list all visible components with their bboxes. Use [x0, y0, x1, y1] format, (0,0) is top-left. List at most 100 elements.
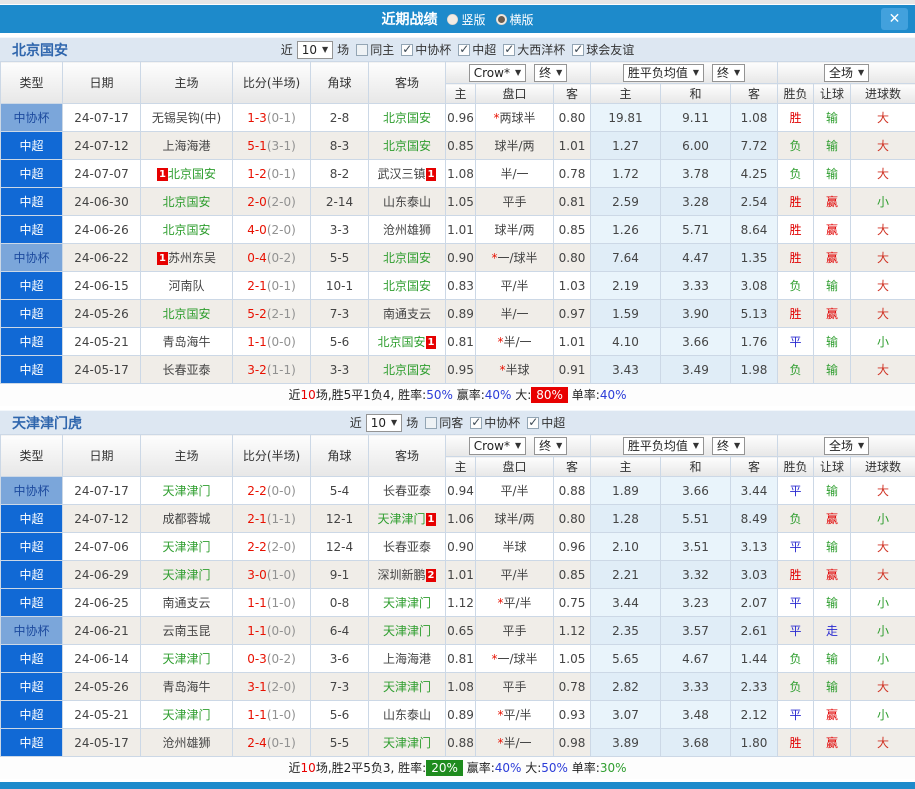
- match-count-select[interactable]: 10▼: [297, 41, 333, 59]
- league-filter-checkbox[interactable]: [458, 44, 470, 56]
- date-cell: 24-07-06: [63, 533, 141, 561]
- home-team-cell: 成都蓉城: [141, 505, 233, 533]
- half-time-score: (0-1): [267, 111, 296, 125]
- avg-odds-select[interactable]: 胜平负均值▼: [623, 437, 704, 455]
- horizontal-layout-label[interactable]: 横版: [510, 11, 534, 28]
- full-time-score: 0-3: [247, 652, 267, 666]
- avg-draw-odds: 3.66: [661, 477, 731, 505]
- half-time-score: (2-0): [267, 680, 296, 694]
- date-cell: 24-07-12: [63, 505, 141, 533]
- final-odds-select[interactable]: 终▼: [534, 64, 567, 82]
- league-filter-checkbox[interactable]: [503, 44, 515, 56]
- summary-segment: 30%: [600, 761, 627, 775]
- match-count-select[interactable]: 10▼: [366, 414, 402, 432]
- goals-result-cell: 小: [851, 328, 915, 356]
- goals-result-cell: 大: [851, 300, 915, 328]
- score-cell: 5-1(3-1): [233, 132, 311, 160]
- league-filter-label[interactable]: 中超: [472, 41, 496, 58]
- same-venue-label[interactable]: 同主: [370, 41, 394, 58]
- crow-away-odds: 0.78: [554, 673, 591, 701]
- goals-result-cell: 小: [851, 589, 915, 617]
- league-filter-label[interactable]: 中协杯: [484, 414, 520, 431]
- summary-segment: 40%: [485, 388, 512, 402]
- score-cell: 1-2(0-1): [233, 160, 311, 188]
- handicap-cell: 球半/两: [476, 505, 554, 533]
- result-cell: 负: [778, 645, 814, 673]
- col-away: 客场: [369, 435, 446, 477]
- match-row: 中超24-06-26北京国安4-0(2-0)3-3沧州雄狮1.01球半/两0.8…: [1, 216, 915, 244]
- same-venue-checkbox[interactable]: [425, 417, 437, 429]
- league-filter-checkbox[interactable]: [470, 417, 482, 429]
- handicap-value: 平/半: [503, 596, 531, 610]
- league-filter-label[interactable]: 大西洋杯: [517, 41, 565, 58]
- full-time-score: 5-1: [247, 139, 267, 153]
- goals-result-cell: 大: [851, 533, 915, 561]
- crow-away-odds: 0.80: [554, 104, 591, 132]
- crow-away-odds: 0.85: [554, 216, 591, 244]
- recent-results-window: 近期战绩 竖版 横版 ✕ 北京国安 近10▼场同主中协杯中超大西洋杯球会友谊 类…: [0, 0, 915, 789]
- avg-away-odds: 1.35: [731, 244, 778, 272]
- corner-cell: 6-4: [311, 617, 369, 645]
- avg-home-odds: 4.10: [591, 328, 661, 356]
- league-filter-checkbox[interactable]: [401, 44, 413, 56]
- horizontal-layout-radio[interactable]: [496, 14, 507, 25]
- col-avg-draw: 和: [661, 84, 731, 104]
- crow-home-odds: 0.94: [446, 477, 476, 505]
- league-filter-checkbox[interactable]: [572, 44, 584, 56]
- type-cell: 中协杯: [1, 244, 63, 272]
- handicap-cell: 球半/两: [476, 216, 554, 244]
- final-odds-select-2[interactable]: 终▼: [712, 64, 745, 82]
- match-row: 中超24-05-26北京国安5-2(2-1)7-3南通支云0.89半/一0.97…: [1, 300, 915, 328]
- league-filter-label[interactable]: 中超: [541, 414, 565, 431]
- home-team-name: 长春亚泰: [162, 363, 210, 377]
- handicap-result-cell: 输: [814, 645, 851, 673]
- goals-result-cell: 大: [851, 104, 915, 132]
- record-summary: 近10场,胜5平1负4, 胜率:50% 赢率:40% 大:80% 单率:40%: [0, 384, 915, 406]
- crow-home-odds: 1.05: [446, 188, 476, 216]
- col-handicap: 盘口: [476, 84, 554, 104]
- home-team-cell: 1北京国安: [141, 160, 233, 188]
- col-crow-away: 客: [554, 457, 591, 477]
- handicap-cell: *半球: [476, 356, 554, 384]
- full-match-select[interactable]: 全场▼: [824, 64, 869, 82]
- crow-home-odds: 1.01: [446, 216, 476, 244]
- same-venue-label[interactable]: 同客: [439, 414, 463, 431]
- handicap-cell: *平/半: [476, 589, 554, 617]
- close-icon[interactable]: ✕: [881, 8, 908, 30]
- match-row: 中协杯24-06-21云南玉昆1-1(0-0)6-4天津津门0.65平手1.12…: [1, 617, 915, 645]
- match-row: 中超24-07-12成都蓉城2-1(1-1)12-1天津津门11.06球半/两0…: [1, 505, 915, 533]
- date-cell: 24-06-26: [63, 216, 141, 244]
- league-filter-checkbox[interactable]: [527, 417, 539, 429]
- final-odds-select[interactable]: 终▼: [534, 437, 567, 455]
- match-row: 中超24-05-21天津津门1-1(1-0)5-6山东泰山0.89*平/半0.9…: [1, 701, 915, 729]
- result-cell: 负: [778, 356, 814, 384]
- type-cell: 中超: [1, 328, 63, 356]
- summary-segment: 50%: [541, 761, 568, 775]
- vertical-layout-label[interactable]: 竖版: [461, 11, 485, 28]
- full-match-select[interactable]: 全场▼: [824, 437, 869, 455]
- avg-draw-odds: 3.33: [661, 673, 731, 701]
- final-odds-select-2[interactable]: 终▼: [712, 437, 745, 455]
- bookmaker-select[interactable]: Crow*▼: [469, 64, 526, 82]
- avg-draw-odds: 3.28: [661, 188, 731, 216]
- bookmaker-select[interactable]: Crow*▼: [469, 437, 526, 455]
- games-label: 场: [337, 41, 349, 58]
- result-cell: 平: [778, 617, 814, 645]
- score-cell: 5-2(2-1): [233, 300, 311, 328]
- league-filter-label[interactable]: 中协杯: [415, 41, 451, 58]
- corner-cell: 3-6: [311, 645, 369, 673]
- result-cell: 负: [778, 505, 814, 533]
- handicap-result-cell: 输: [814, 104, 851, 132]
- avg-odds-select[interactable]: 胜平负均值▼: [623, 64, 704, 82]
- vertical-layout-radio[interactable]: [447, 14, 458, 25]
- same-venue-checkbox[interactable]: [356, 44, 368, 56]
- date-cell: 24-06-30: [63, 188, 141, 216]
- league-filter-label[interactable]: 球会友谊: [586, 41, 634, 58]
- handicap-value: 半/一: [503, 736, 531, 750]
- date-cell: 24-05-21: [63, 328, 141, 356]
- avg-home-odds: 19.81: [591, 104, 661, 132]
- crow-away-odds: 0.75: [554, 589, 591, 617]
- score-cell: 0-4(0-2): [233, 244, 311, 272]
- half-time-score: (1-1): [267, 512, 296, 526]
- avg-home-odds: 2.19: [591, 272, 661, 300]
